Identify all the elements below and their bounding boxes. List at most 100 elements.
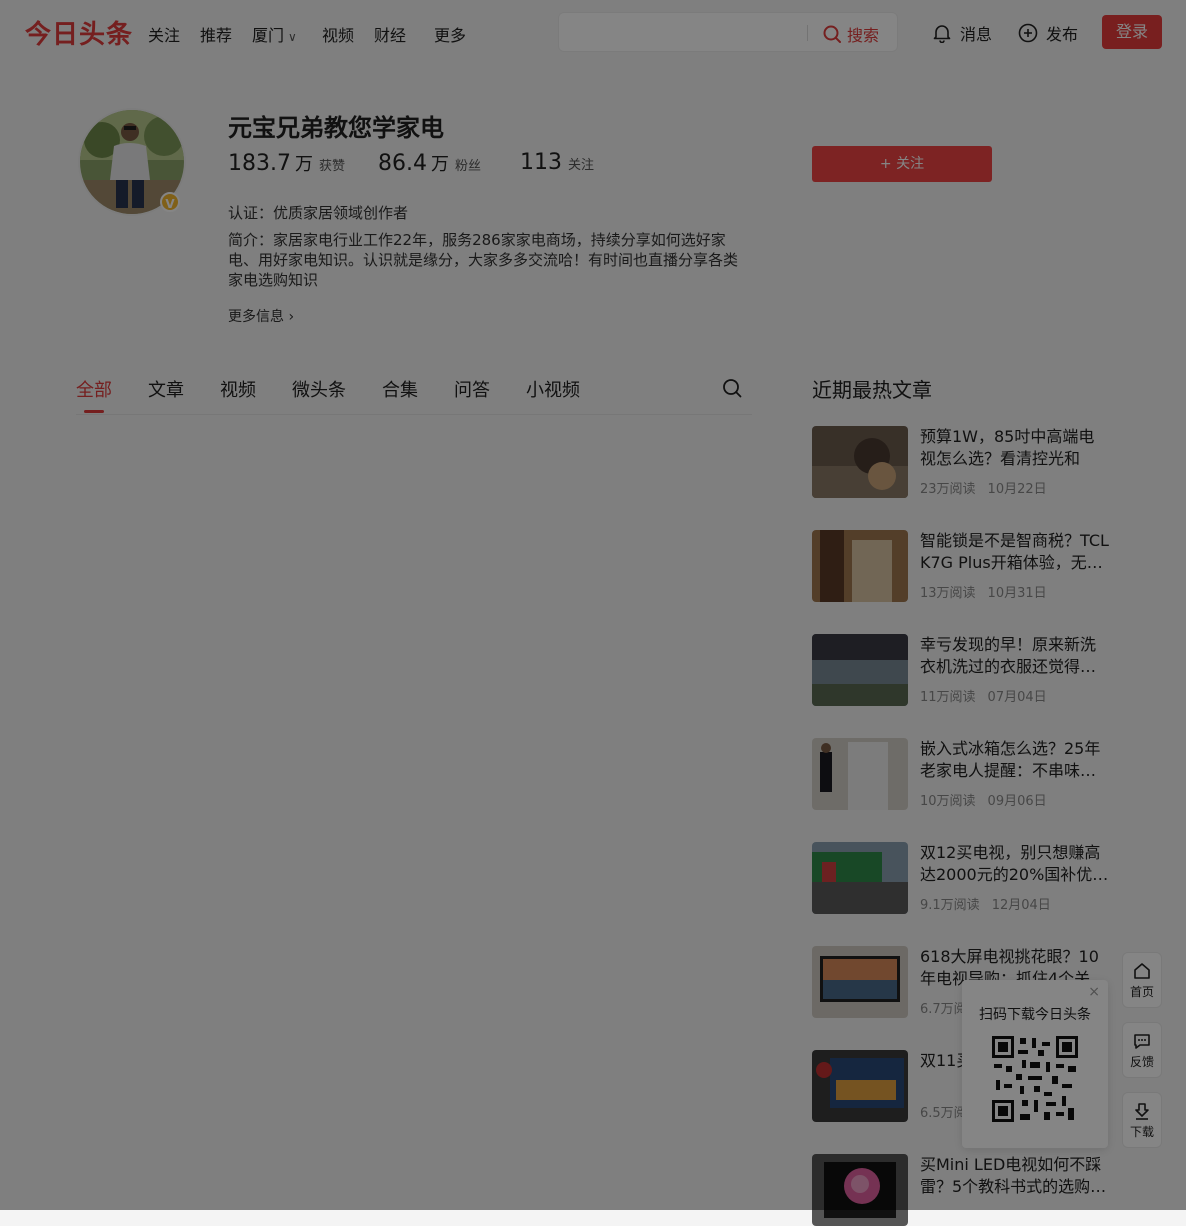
stat-following[interactable]: 113 关注 [520,150,594,175]
profile-name: 元宝兄弟教您学家电 [228,114,444,142]
bio-text: 简介：家居家电行业工作22年，服务286家家电商场，持续分享如何选好家电、用好家… [228,231,739,289]
article-thumbnail [812,738,908,810]
article-title: 嵌入式冰箱怎么选？25年老家电人提醒：不串味… [920,739,1101,780]
stat-likes-number: 183.7 [228,151,291,176]
stat-fans-number: 86.4 [378,151,427,176]
qr-download-popup: × 扫码下载今日头条 [962,980,1108,1148]
login-button[interactable]: 登录 [1102,15,1162,49]
nav-video[interactable]: 视频 [322,22,354,46]
article-date: 10月31日 [987,586,1047,601]
feedback-button[interactable]: 反馈 [1122,1022,1162,1078]
article-title: 智能锁是不是智商税？TCL K7G Plus开箱体验，无… [920,531,1109,572]
search-button-label: 搜索 [847,26,880,45]
article-thumbnail [812,634,908,706]
article-meta: 9.1万阅读 12月04日 [920,894,1051,913]
article-reads: 13万阅读 [920,586,976,601]
article-thumbnail [812,1050,908,1122]
article-meta: 13万阅读 10月31日 [920,582,1047,601]
chevron-down-icon: ∨ [288,30,297,44]
search-divider [807,25,808,41]
nav-recommend[interactable]: 推荐 [200,22,232,46]
stat-likes-label: 获赞 [318,159,345,174]
download-button[interactable]: 下载 [1122,1092,1162,1148]
hot-article-item[interactable]: 预算1W，85吋中高端电视怎么选？看清控光和屏… 23万阅读 10月22日 [812,426,1112,498]
more-info-link[interactable]: 更多信息 › [228,306,294,326]
home-icon [1134,963,1150,979]
tab-articles[interactable]: 文章 [148,376,184,402]
article-date: 10月22日 [987,482,1047,497]
publish-button[interactable]: 发布 [1018,21,1078,45]
content-tabs: 全部 文章 视频 微头条 合集 问答 小视频 [76,376,752,415]
messages-button[interactable]: 消息 [932,21,992,45]
article-reads: 6.7万阅 [920,1002,967,1017]
hot-article-item[interactable]: 买Mini LED电视如何不踩雷？5个教科书式的选购… [812,1154,1112,1226]
article-date: 12月04日 [991,898,1051,913]
article-reads: 10万阅读 [920,794,976,809]
article-thumbnail [812,1154,908,1226]
tab-short-videos[interactable]: 小视频 [526,376,580,402]
search-bar: 搜索 [558,12,898,52]
article-date: 09月06日 [987,794,1047,809]
search-input[interactable] [571,21,805,45]
article-reads: 23万阅读 [920,482,976,497]
plus-circle-icon [1018,23,1038,43]
article-reads: 9.1万阅读 [920,898,980,913]
qr-code-image [992,1036,1078,1122]
nav-follow[interactable]: 关注 [148,22,180,46]
article-title: 预算1W，85吋中高端电视怎么选？看清控光和屏… [920,427,1095,468]
stat-likes: 183.7 万获赞 [228,150,345,176]
tab-search-icon[interactable] [722,378,742,402]
tab-micro-posts[interactable]: 微头条 [292,376,346,402]
article-meta: 23万阅读 10月22日 [920,478,1047,497]
article-date: 07月04日 [987,690,1047,705]
publish-label: 发布 [1046,25,1079,44]
active-tab-indicator [84,410,104,413]
hot-article-item[interactable]: 智能锁是不是智商税？TCL K7G Plus开箱体验，无… 13万阅读 10月31… [812,530,1112,602]
stat-fans-unit: 万 [430,154,449,175]
tab-videos[interactable]: 视频 [220,376,256,402]
certification-text: 认证：优质家居领域创作者 [228,204,409,222]
article-meta [920,1206,932,1221]
article-thumbnail [812,426,908,498]
nav-city-label: 厦门 [252,26,285,45]
tab-qa[interactable]: 问答 [454,376,490,402]
stat-fans[interactable]: 86.4 万粉丝 [378,150,481,176]
stat-following-number: 113 [520,150,562,175]
article-title: 买Mini LED电视如何不踩雷？5个教科书式的选购… [920,1155,1107,1196]
hot-article-item[interactable]: 嵌入式冰箱怎么选？25年老家电人提醒：不串味… 10万阅读 09月06日 [812,738,1112,810]
article-meta: 11万阅读 07月04日 [920,686,1047,705]
close-icon[interactable]: × [1088,984,1100,1000]
article-title: 幸亏发现的早！原来新洗衣机洗过的衣服还觉得… [920,635,1097,676]
home-button[interactable]: 首页 [1122,952,1162,1008]
download-icon [1135,1103,1149,1120]
search-button[interactable]: 搜索 [823,22,879,46]
hot-article-item[interactable]: 双12买电视，别只想赚高达2000元的20%国补优… 9.1万阅读 12月04日 [812,842,1112,914]
stat-fans-label: 粉丝 [454,159,481,174]
qr-popup-text: 扫码下载今日头条 [979,1007,1091,1023]
nav-finance[interactable]: 财经 [374,22,406,46]
article-meta: 10万阅读 09月06日 [920,790,1047,809]
bell-icon [933,25,951,43]
nav-city-xiamen[interactable]: 厦门 ∨ [252,22,297,46]
download-button-label: 下载 [1129,1125,1154,1139]
hot-articles-title: 近期最热文章 [812,378,932,402]
stat-likes-unit: 万 [294,154,313,175]
feedback-icon [1134,1034,1150,1049]
search-icon [823,25,841,43]
stat-following-label: 关注 [568,158,595,173]
tab-all[interactable]: 全部 [76,376,112,402]
hot-article-item[interactable]: 幸亏发现的早！原来新洗衣机洗过的衣服还觉得… 11万阅读 07月04日 [812,634,1112,706]
toutiao-logo[interactable]: 今日头条 [25,14,133,51]
nav-more[interactable]: 更多 [434,22,466,46]
article-thumbnail [812,946,908,1018]
article-title: 双12买电视，别只想赚高达2000元的20%国补优… [920,843,1109,884]
verified-badge-icon: V [160,192,180,212]
tab-collections[interactable]: 合集 [382,376,418,402]
article-thumbnail [812,842,908,914]
messages-label: 消息 [960,25,993,44]
feedback-button-label: 反馈 [1129,1055,1154,1069]
article-reads: 11万阅读 [920,690,976,705]
home-button-label: 首页 [1129,985,1154,999]
follow-button[interactable]: + 关注 [812,146,992,182]
article-reads: 6.5万阅 [920,1106,967,1121]
